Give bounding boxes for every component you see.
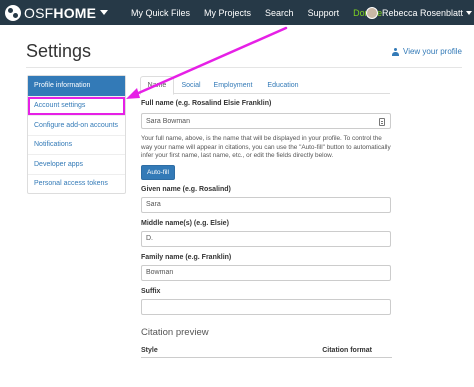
nav-my-projects[interactable]: My Projects <box>204 8 251 18</box>
avatar <box>366 6 378 19</box>
sidebar-item-account-settings[interactable]: Account settings <box>28 95 125 116</box>
sidebar-item-notifications[interactable]: Notifications <box>28 134 125 155</box>
suffix-field[interactable] <box>141 298 391 315</box>
settings-sidebar: Profile information Account settings Con… <box>27 75 126 194</box>
nav-search[interactable]: Search <box>265 8 294 18</box>
sidebar-item-configure-addon-accounts[interactable]: Configure add-on accounts <box>28 115 125 135</box>
logo-text: OSFHOME <box>24 4 97 21</box>
header-divider <box>26 67 462 68</box>
tab-education[interactable]: Education <box>262 76 304 94</box>
name-form: Full name (e.g. Rosalind Elsie Franklin)… <box>141 100 392 358</box>
full-name-value: Sara Bowman <box>146 117 190 125</box>
contact-card-icon <box>379 118 385 126</box>
citation-preview-title: Citation preview <box>141 326 209 338</box>
middle-name-value: D. <box>146 235 153 243</box>
given-name-field[interactable]: Sara <box>141 196 391 213</box>
suffix-label: Suffix <box>141 287 161 295</box>
full-name-label: Full name (e.g. Rosalind Elsie Franklin) <box>141 100 272 107</box>
top-navbar: OSFHOME My Quick Files My Projects Searc… <box>0 0 474 25</box>
sidebar-item-personal-access-tokens[interactable]: Personal access tokens <box>28 173 125 194</box>
user-name: Rebecca Rosenblatt <box>382 7 464 18</box>
chevron-down-icon <box>466 10 473 15</box>
middle-name-label: Middle name(s) (e.g. Elsie) <box>141 219 229 227</box>
tab-employment[interactable]: Employment <box>210 76 256 94</box>
view-profile-link[interactable]: View your profile <box>392 47 462 56</box>
full-name-field[interactable]: Sara Bowman <box>141 113 391 129</box>
nav-my-quick-files[interactable]: My Quick Files <box>131 8 190 18</box>
tab-social[interactable]: Social <box>176 76 206 94</box>
col-citation-format: Citation format <box>322 346 372 354</box>
given-name-label: Given name (e.g. Rosalind) <box>141 185 231 193</box>
tab-name[interactable]: Name <box>140 76 174 95</box>
family-name-label: Family name (e.g. Franklin) <box>141 253 232 261</box>
profile-tabs: Name Social Employment Education <box>140 76 390 95</box>
osf-home-logo[interactable]: OSFHOME <box>0 0 109 25</box>
nav-links: My Quick Files My Projects Search Suppor… <box>131 0 396 25</box>
citation-table-header: Style Citation format <box>141 347 392 354</box>
autofill-button[interactable]: Auto-fill <box>141 164 175 180</box>
middle-name-field[interactable]: D. <box>141 230 391 247</box>
view-profile-label: View your profile <box>403 47 462 56</box>
person-icon <box>392 47 399 56</box>
nav-support[interactable]: Support <box>308 8 340 18</box>
given-name-value: Sara <box>146 201 161 209</box>
sidebar-item-developer-apps[interactable]: Developer apps <box>28 154 125 174</box>
citation-table-divider <box>141 356 392 358</box>
annotation-arrow-head <box>126 88 140 99</box>
chevron-down-icon[interactable] <box>100 10 109 15</box>
user-menu[interactable]: Rebecca Rosenblatt <box>366 4 473 21</box>
family-name-value: Bowman <box>146 269 174 277</box>
full-name-help-text: Your full name, above, is the name that … <box>141 135 391 160</box>
page-title: Settings <box>26 41 92 61</box>
sidebar-item-profile-information[interactable]: Profile information <box>28 76 125 96</box>
col-style: Style <box>141 346 158 354</box>
osf-logo-icon <box>5 4 21 21</box>
family-name-field[interactable]: Bowman <box>141 264 391 281</box>
